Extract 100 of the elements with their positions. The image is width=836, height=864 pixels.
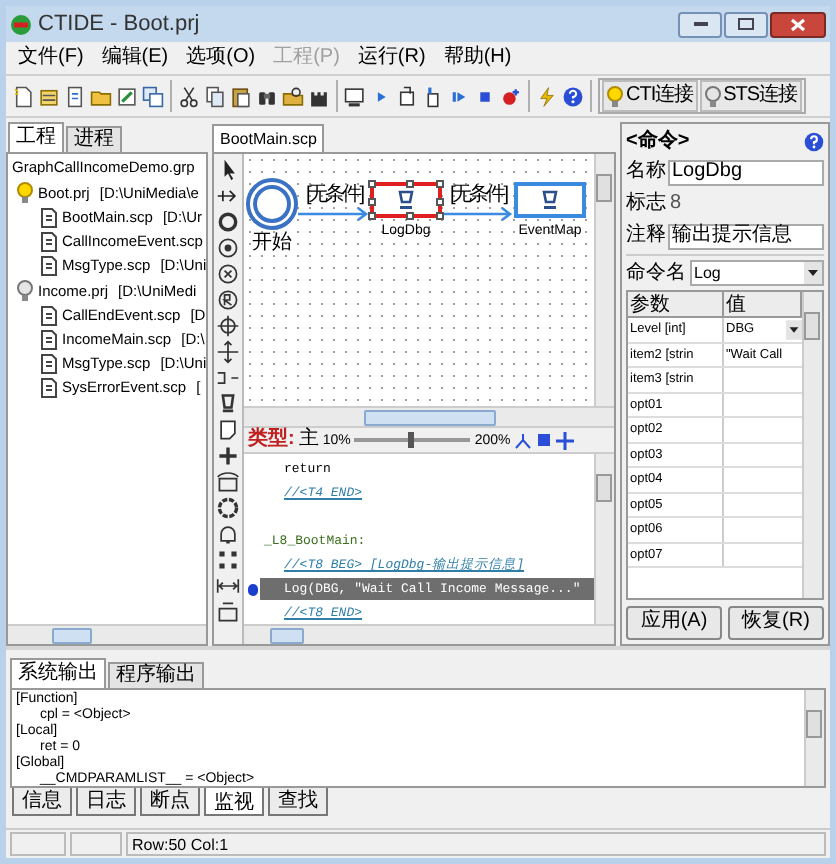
document-icon [64, 85, 86, 107]
breakpoint-marker[interactable] [247, 583, 257, 595]
menu-item[interactable]: 编辑(E) [101, 48, 169, 68]
lightning-icon [536, 85, 558, 107]
cursor-position: Row:50 Col:1 [126, 832, 826, 856]
target-icon [216, 236, 240, 260]
file-icon [40, 354, 58, 374]
help-icon [562, 85, 584, 107]
monitor-icon [344, 85, 366, 107]
command-node[interactable] [514, 182, 586, 218]
menu-item[interactable]: 选项(O) [186, 48, 256, 68]
text-field[interactable]: 输出提示信息 [668, 223, 824, 249]
field-label: 命令名 [626, 263, 686, 283]
vertical-scrollbar[interactable] [594, 154, 614, 406]
square-icon [536, 432, 553, 448]
minimize-button[interactable] [678, 11, 722, 37]
paste-icon [230, 85, 252, 107]
connect-button[interactable]: STS连接 [699, 80, 802, 112]
file-icon [40, 330, 58, 350]
folder-search-icon [282, 85, 304, 107]
cup-icon [216, 392, 240, 416]
file-icon [40, 378, 58, 398]
start-node[interactable] [246, 178, 298, 230]
bottom-tab[interactable]: 信息 [12, 788, 72, 816]
bell-icon [216, 522, 240, 546]
copy-windows-icon [142, 85, 164, 107]
window-title: CTIDE - Boot.prj [38, 9, 202, 40]
plus-icon [556, 431, 575, 449]
horizontal-scrollbar[interactable] [244, 624, 614, 644]
cut-icon [178, 85, 200, 107]
horizontal-scrollbar[interactable] [244, 406, 614, 426]
cup-icon [542, 190, 558, 210]
field-label: 标志 [626, 194, 666, 214]
vertical-scrollbar[interactable] [804, 690, 824, 786]
type-value: 主 [298, 430, 319, 450]
resize-handle[interactable] [406, 212, 414, 220]
output-tab[interactable]: 程序输出 [108, 662, 204, 688]
bottom-tab[interactable]: 断点 [140, 788, 200, 816]
column-header: 参数 [628, 292, 724, 318]
horizontal-scrollbar[interactable] [8, 624, 206, 644]
note-icon [216, 418, 240, 442]
menu-item[interactable]: 运行(R) [357, 48, 426, 68]
edge-label: [无条件] [305, 186, 363, 206]
grid-icon [216, 548, 240, 572]
type-label: 类型: [248, 430, 295, 450]
edge-label: [无条件] [449, 186, 507, 206]
file-icon [40, 306, 58, 326]
file-icon [40, 208, 58, 228]
bottom-tab[interactable]: 查找 [268, 788, 328, 816]
panel-tab[interactable]: 工程 [8, 122, 64, 152]
menu-item[interactable]: 文件(F) [18, 48, 84, 68]
panel-title: <命令> [626, 131, 690, 151]
step-into-icon [396, 85, 418, 107]
status-cell [10, 832, 66, 856]
vertical-scrollbar[interactable] [802, 292, 822, 598]
command-dropdown[interactable]: Log [690, 260, 824, 286]
app-icon [10, 13, 32, 35]
vertical-scrollbar[interactable] [594, 454, 614, 624]
slider-thumb[interactable] [407, 432, 414, 448]
step-over-icon [422, 85, 444, 107]
panel-tab[interactable]: 进程 [66, 126, 122, 152]
help-icon [804, 131, 824, 151]
command-node[interactable] [370, 182, 442, 218]
bottom-tab[interactable]: 监视 [204, 788, 264, 816]
dialog-button[interactable]: 应用(A) [626, 605, 722, 639]
circle-r-icon [216, 288, 240, 312]
edit-document-icon [116, 85, 138, 107]
file-tab[interactable]: BootMain.scp [212, 124, 325, 152]
bottom-tab[interactable]: 日志 [76, 788, 136, 816]
resize-handle[interactable] [406, 180, 414, 188]
cup-icon [398, 190, 414, 210]
circle-x-icon [216, 262, 240, 286]
close-button[interactable] [770, 11, 826, 37]
status-cell [70, 832, 122, 856]
copy-icon [204, 85, 226, 107]
node-label: 开始 [252, 234, 292, 254]
connector-icon [216, 184, 240, 208]
new-file-icon [12, 85, 34, 107]
file-icon [40, 232, 58, 252]
field-label: 注释 [626, 226, 666, 246]
maximize-button[interactable] [724, 11, 768, 37]
file-icon [40, 256, 58, 276]
maximize-icon [738, 18, 754, 30]
text-field[interactable]: LogDbg [668, 159, 824, 185]
tray-icon [216, 600, 240, 624]
connect-button[interactable]: CTI连接 [602, 80, 698, 112]
zoom-slider[interactable] [354, 432, 471, 448]
dialog-button[interactable]: 恢复(R) [728, 605, 824, 639]
minimize-icon [693, 22, 707, 26]
resize-handle[interactable] [368, 180, 376, 188]
menu-item[interactable]: 帮助(H) [443, 48, 512, 68]
ring-icon [216, 210, 240, 234]
join-icon [216, 574, 240, 598]
crosshair-icon [216, 314, 240, 338]
tree-icon [514, 431, 533, 449]
field-label: 名称 [626, 162, 666, 182]
flow-arrow [298, 206, 370, 222]
output-tab[interactable]: 系统输出 [10, 658, 106, 688]
resize-handle[interactable] [436, 180, 444, 188]
close-icon [790, 17, 806, 31]
